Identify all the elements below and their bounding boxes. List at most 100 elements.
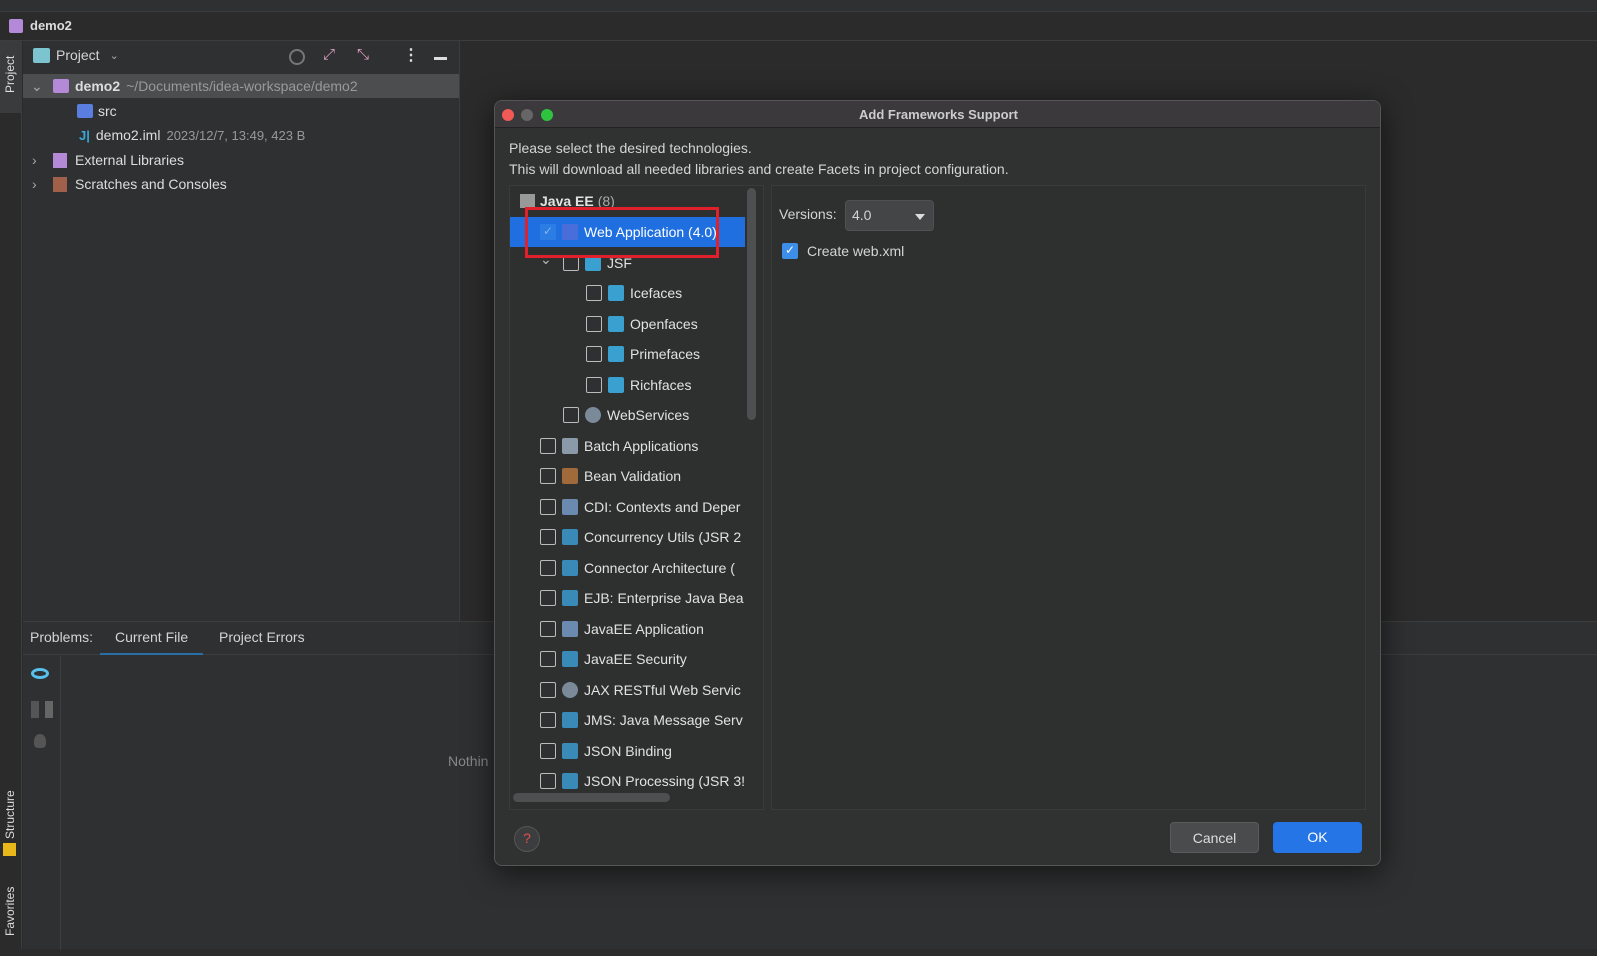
framework-item[interactable]: WebServices <box>563 400 689 430</box>
framework-item[interactable]: EJB: Enterprise Java Bea <box>540 583 744 613</box>
project-panel: Project ⌄ ⤢ ⤡ ⋮ ⌄ demo2 ~/Documents/idea… <box>23 41 460 621</box>
checkbox-icon[interactable] <box>540 620 556 637</box>
checkbox-icon[interactable] <box>586 315 602 332</box>
tree-item-scratches[interactable]: › Scratches and Consoles <box>23 172 459 196</box>
cdi-icon <box>562 498 578 515</box>
cancel-button[interactable]: Cancel <box>1170 822 1259 853</box>
framework-item[interactable]: Concurrency Utils (JSR 2 <box>540 522 741 552</box>
framework-item[interactable]: Bean Validation <box>540 461 681 491</box>
locate-icon[interactable] <box>289 49 305 65</box>
gear-icon <box>585 407 601 423</box>
framework-item[interactable]: Batch Applications <box>540 431 698 461</box>
framework-item[interactable]: JavaEE Security <box>540 644 687 674</box>
add-frameworks-dialog: Add Frameworks Support Please select the… <box>494 100 1381 866</box>
dialog-title: Add Frameworks Support <box>859 107 1018 122</box>
empty-state-text: Nothin <box>448 753 489 769</box>
problems-label: Problems: <box>30 629 94 645</box>
checkbox-icon[interactable] <box>540 590 556 606</box>
framework-options-panel: Versions: 4.0 ✓ Create web.xml <box>771 185 1366 810</box>
javaee-icon <box>562 773 578 789</box>
source-folder-icon <box>77 104 93 118</box>
checkbox-icon[interactable] <box>540 468 556 484</box>
bean-icon <box>562 468 578 484</box>
javaee-icon <box>562 590 578 606</box>
structure-icon <box>3 843 16 856</box>
checkbox-icon[interactable] <box>563 407 579 423</box>
java-ee-icon <box>520 194 535 208</box>
checkbox-icon[interactable] <box>540 529 556 545</box>
versions-select[interactable]: 4.0 <box>845 200 934 231</box>
frameworks-tree: Java EE (8) ✓ Web Application (4.0) ⌄ JSF Ic… <box>509 185 764 810</box>
highlight-box <box>525 207 719 258</box>
problems-toolbar <box>23 656 61 950</box>
structure-tool-tab[interactable]: Structure <box>0 781 22 861</box>
framework-item[interactable]: JAX RESTful Web Servic <box>540 675 741 705</box>
tab-current-file[interactable]: Current File <box>100 622 204 655</box>
horizontal-scrollbar[interactable] <box>513 793 670 802</box>
versions-label: Versions: <box>779 206 837 222</box>
jsf-icon <box>608 285 624 301</box>
ok-button[interactable]: OK <box>1273 822 1362 853</box>
checkbox-icon[interactable] <box>540 559 556 576</box>
javaee-icon <box>562 651 578 667</box>
tree-item-external-libraries[interactable]: › External Libraries <box>23 148 459 172</box>
checkbox-icon[interactable] <box>586 285 602 301</box>
gear-icon <box>562 681 578 698</box>
main-toolbar <box>0 0 1597 12</box>
framework-item[interactable]: JMS: Java Message Serv <box>540 705 743 735</box>
chevron-down-icon: ⌄ <box>109 49 119 62</box>
javaee-icon <box>562 559 578 576</box>
hide-panel-icon[interactable] <box>434 57 447 60</box>
eye-icon[interactable] <box>31 668 49 679</box>
framework-item[interactable]: Connector Architecture ( <box>540 553 735 583</box>
project-view-selector[interactable]: Project ⌄ <box>33 47 119 63</box>
help-button[interactable]: ? <box>514 826 540 852</box>
tab-project-errors[interactable]: Project Errors <box>219 629 305 645</box>
collapse-all-icon[interactable]: ⤡ <box>357 46 369 63</box>
favorites-tool-tab[interactable]: Favorites <box>0 876 22 956</box>
javaee-icon <box>562 712 578 728</box>
chevron-right-icon: › <box>32 152 37 168</box>
more-options-icon[interactable]: ⋮ <box>403 45 419 65</box>
create-webxml-checkbox[interactable]: ✓ Create web.xml <box>782 243 904 259</box>
checkbox-icon[interactable] <box>540 712 556 728</box>
framework-item[interactable]: JSON Processing (JSR 3! <box>540 766 745 796</box>
tree-item-demo2[interactable]: ⌄ demo2 ~/Documents/idea-workspace/demo2 <box>23 74 459 98</box>
framework-item[interactable]: CDI: Contexts and Deper <box>540 492 740 522</box>
folder-icon <box>33 47 50 63</box>
framework-item[interactable]: JSON Binding <box>540 736 672 766</box>
chevron-down-icon: ⌄ <box>31 77 43 94</box>
vertical-scrollbar[interactable] <box>747 188 756 420</box>
zoom-window-button[interactable] <box>541 109 553 121</box>
tree-item-src[interactable]: src <box>23 99 459 123</box>
checkbox-icon[interactable] <box>540 773 556 789</box>
dialog-intro-line2: This will download all needed libraries … <box>509 161 1009 177</box>
checkbox-icon[interactable] <box>540 498 556 515</box>
expand-all-icon[interactable]: ⤢ <box>323 46 335 63</box>
tree-item-iml[interactable]: J| demo2.iml 2023/12/7, 13:49, 423 B <box>23 123 459 147</box>
checkbox-icon[interactable] <box>540 437 556 454</box>
javaee-icon <box>562 529 578 545</box>
framework-item[interactable]: Richfaces <box>586 370 691 400</box>
preview-icon[interactable] <box>31 701 53 718</box>
checkbox-icon[interactable] <box>540 681 556 698</box>
checkbox-icon[interactable] <box>540 742 556 759</box>
navigation-bar: demo2 <box>0 13 1597 41</box>
javaee-app-icon <box>562 620 578 637</box>
framework-item[interactable]: Openfaces <box>586 309 698 339</box>
jsf-icon <box>608 376 624 393</box>
framework-item[interactable]: Primefaces <box>586 339 700 369</box>
close-window-button[interactable] <box>502 109 514 121</box>
javaee-icon <box>562 742 578 759</box>
lightbulb-icon[interactable] <box>34 734 46 748</box>
minimize-window-button[interactable] <box>521 109 533 121</box>
chevron-right-icon: › <box>32 176 37 192</box>
project-breadcrumb[interactable]: demo2 <box>30 18 72 33</box>
checkbox-icon[interactable] <box>540 651 556 667</box>
framework-item[interactable]: JavaEE Application <box>540 614 704 644</box>
checkbox-icon[interactable] <box>586 346 602 362</box>
jsf-icon <box>608 346 624 362</box>
project-tool-tab[interactable]: Project <box>0 41 22 113</box>
checkbox-icon[interactable] <box>586 376 602 393</box>
framework-item[interactable]: Icefaces <box>586 278 682 308</box>
